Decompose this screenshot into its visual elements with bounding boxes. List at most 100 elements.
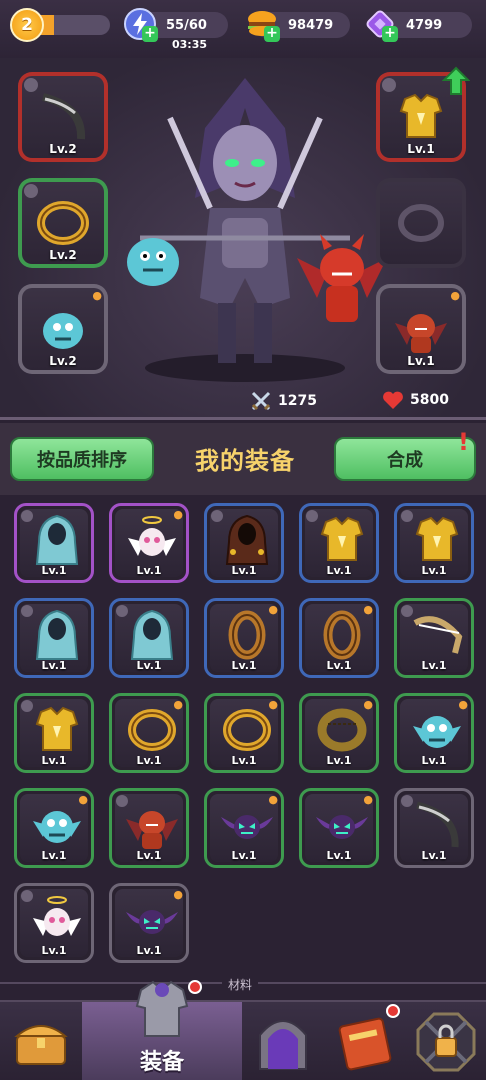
pet-bat-icon: [316, 815, 368, 839]
lock-dot-icon: [21, 605, 33, 617]
sort-by-quality-button[interactable]: 按品质排序: [10, 437, 154, 481]
lock-dot-icon: [21, 890, 33, 902]
bow-gold-icon: [413, 616, 463, 654]
pet-bat-icon: [221, 815, 273, 839]
bottom-nav: 装备: [0, 980, 486, 1080]
add-energy-button[interactable]: +: [142, 26, 158, 42]
equipment-item-cloak-dark[interactable]: Lv.1: [204, 503, 284, 583]
equipment-item-ring[interactable]: ● Lv.1: [204, 693, 284, 773]
energy-counter[interactable]: + 55/60: [124, 8, 228, 42]
add-coins-button[interactable]: +: [264, 26, 280, 42]
lock-dot-icon: [24, 78, 38, 92]
equipment-grid: Lv.1 ● Lv.1 Lv.1 Lv.1 Lv.1 Lv.1 Lv.1 ● Lv.1 ● Lv.1 L…: [0, 495, 486, 975]
equipment-item-armor[interactable]: Lv.1: [299, 503, 379, 583]
paw-icon: ●: [268, 793, 278, 806]
equipment-item-cloak[interactable]: Lv.1: [109, 598, 189, 678]
equipment-item-ring-engraved[interactable]: ● Lv.1: [299, 693, 379, 773]
armor-tab-icon: [135, 980, 189, 1037]
slot-pet-2[interactable]: ● Lv.1: [376, 284, 466, 374]
coin-counter[interactable]: + 98479: [248, 11, 350, 42]
item-level: Lv.1: [136, 849, 162, 862]
equipment-item-cloak[interactable]: Lv.1: [14, 598, 94, 678]
hp-value: 5800: [410, 392, 449, 408]
bow-icon: [41, 93, 86, 140]
equipment-item-cloak[interactable]: Lv.1: [14, 503, 94, 583]
item-level: Lv.1: [326, 849, 352, 862]
equipment-item-pet-bat[interactable]: ● Lv.1: [299, 788, 379, 868]
equipment-title: 我的装备: [195, 447, 295, 475]
pet-monster-icon: [33, 811, 81, 843]
energy-value: 55/60: [166, 17, 207, 33]
slot-ring-empty[interactable]: [376, 178, 466, 268]
ring-engraved-icon: [317, 708, 367, 752]
item-level: Lv.1: [136, 564, 162, 577]
tab-chest[interactable]: [0, 1002, 82, 1080]
ring-bronze-icon: [323, 610, 361, 660]
angel-icon: [33, 896, 81, 936]
equipment-item-ring-bronze[interactable]: ● Lv.1: [299, 598, 379, 678]
lock-dot-icon: [401, 795, 413, 807]
paw-icon: ●: [363, 698, 373, 711]
equipment-item-pet-monster[interactable]: ● Lv.1: [14, 788, 94, 868]
equipment-item-ring-bronze[interactable]: ● Lv.1: [204, 598, 284, 678]
top-bar: 2 + 55/60 03:35 + 98479 + 4799: [0, 0, 486, 58]
merge-button[interactable]: 合成: [334, 437, 476, 481]
player-level-badge[interactable]: 2: [10, 8, 44, 42]
slot-weapon[interactable]: Lv.2: [18, 72, 108, 162]
item-level: Lv.1: [41, 944, 67, 957]
item-level: Lv.1: [136, 659, 162, 672]
paw-icon: ●: [173, 508, 183, 521]
item-level: Lv.1: [326, 659, 352, 672]
cloak-icon: [130, 609, 174, 660]
ring-icon: [37, 201, 89, 245]
gems-value: 4799: [406, 17, 443, 33]
equipment-item-bow-gold[interactable]: Lv.1: [394, 598, 474, 678]
equipment-item-pet-demon[interactable]: Lv.1: [109, 788, 189, 868]
equipment-item-armor[interactable]: Lv.1: [394, 503, 474, 583]
slot-ring[interactable]: Lv.2: [18, 178, 108, 268]
upgrade-arrow-icon: [442, 66, 470, 95]
paw-icon: ●: [78, 793, 88, 806]
locked-padlock-icon: [416, 1012, 476, 1072]
bow-icon: [416, 801, 459, 848]
lightning-icon: +: [122, 6, 158, 42]
lock-dot-icon: [401, 605, 413, 617]
equipment-item-armor[interactable]: Lv.1: [14, 693, 94, 773]
hp-stat: 5800: [382, 390, 449, 410]
item-level: Lv.1: [421, 564, 447, 577]
item-level: Lv.1: [421, 849, 447, 862]
item-level: Lv.1: [136, 944, 162, 957]
cloak-icon: [35, 609, 79, 660]
armor-icon: [320, 516, 364, 561]
pet-monster-figure[interactable]: [118, 230, 188, 292]
pet-demon-icon: [126, 811, 178, 849]
tab-portal[interactable]: [242, 1002, 324, 1080]
slot-pet[interactable]: ● Lv.2: [18, 284, 108, 374]
equipment-item-ring[interactable]: ● Lv.1: [109, 693, 189, 773]
paw-icon: ●: [458, 698, 468, 711]
item-level: Lv.1: [41, 564, 67, 577]
armor-icon: [415, 516, 459, 561]
add-gems-button[interactable]: +: [382, 26, 398, 42]
heart-icon: [383, 391, 403, 409]
equipment-item-pet-bat[interactable]: ● Lv.1: [109, 883, 189, 963]
equipment-item-angel[interactable]: ● Lv.1: [109, 503, 189, 583]
equipment-item-pet-monster[interactable]: ● Lv.1: [394, 693, 474, 773]
tab-equipment[interactable]: 装备: [82, 980, 242, 1080]
paw-icon: ●: [450, 289, 460, 302]
lock-dot-icon: [211, 510, 223, 522]
tab-locked[interactable]: [406, 1002, 486, 1080]
lock-dot-icon: [24, 184, 38, 198]
paw-icon: ●: [363, 793, 373, 806]
equipment-item-angel[interactable]: Lv.1: [14, 883, 94, 963]
equipment-item-pet-bat[interactable]: ● Lv.1: [204, 788, 284, 868]
portal-gate-icon: [259, 1020, 307, 1070]
gem-counter[interactable]: + 4799: [366, 10, 472, 42]
tab-book[interactable]: [324, 1002, 406, 1080]
equipment-item-bow[interactable]: Lv.1: [394, 788, 474, 868]
slot-armor[interactable]: Lv.1: [376, 66, 470, 162]
equipment-header: 按品质排序 我的装备 合成: [0, 423, 486, 495]
lock-dot-icon: [116, 605, 128, 617]
paw-icon: ●: [363, 603, 373, 616]
treasure-chest-icon: [14, 1025, 68, 1065]
